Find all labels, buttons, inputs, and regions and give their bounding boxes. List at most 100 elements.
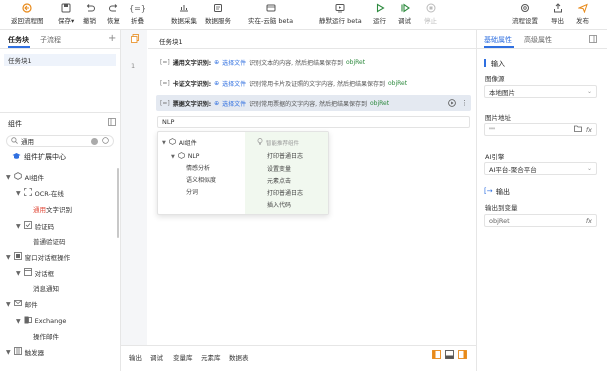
ai-icon	[13, 172, 22, 182]
tree-node-captcha[interactable]: ▼ 验证码	[16, 221, 54, 231]
tree-node-general-ocr[interactable]: 通用 文字识别	[33, 204, 72, 214]
popup-item-sentiment[interactable]: 情感分析	[186, 163, 210, 172]
component-extension-center[interactable]: 组件扩展中心	[12, 152, 66, 162]
fx-button[interactable]: fx	[586, 217, 592, 225]
undo-button[interactable]: 撤销	[83, 3, 96, 25]
clear-search-icon[interactable]	[91, 137, 98, 145]
collapse-panel-icon[interactable]	[108, 118, 116, 128]
step-more-icon[interactable]: ⋮	[461, 99, 468, 107]
chevron-down-icon: ▼	[16, 189, 21, 197]
tab-subflow[interactable]: 子流程	[40, 35, 61, 45]
left-scrollbar[interactable]	[117, 168, 119, 238]
chevron-down-icon: ⌄	[586, 165, 592, 172]
right-panel-border	[476, 30, 477, 371]
ai-engine-select[interactable]: AI平台-聚合平台 ⌄	[484, 162, 597, 175]
back-to-flowchart-button[interactable]: 返回流程图	[11, 3, 44, 25]
image-path-value: ""	[489, 125, 495, 134]
toolbar-label: 折叠	[131, 17, 144, 25]
tree-node-window-dialog[interactable]: ▼ 窗口对话框操作	[6, 252, 70, 262]
popup-item-segmentation[interactable]: 分词	[186, 187, 198, 196]
task-block-item[interactable]: 任务块1	[4, 54, 116, 66]
image-path-input[interactable]: "" fx	[484, 123, 597, 136]
run-button[interactable]: 运行	[373, 3, 386, 25]
extension-center-label: 组件扩展中心	[24, 153, 66, 161]
link-icon: ⊕	[214, 58, 220, 66]
tree-node-exchange[interactable]: ▼ Exchange	[16, 316, 66, 326]
search-icon	[11, 136, 18, 146]
chevron-down-icon: ▼	[16, 222, 21, 230]
layout-right-icon[interactable]	[458, 350, 467, 361]
popup-recommend-item[interactable]: 插入代码	[267, 200, 291, 209]
debug-button[interactable]: 调试	[398, 3, 411, 25]
tab-basic-properties[interactable]: 基础属性	[484, 35, 512, 45]
return-icon	[22, 3, 32, 13]
step-run-icon[interactable]	[448, 99, 456, 109]
step-action-link[interactable]: 选择文件	[222, 58, 246, 67]
popup-recommend-item[interactable]: 打印普通日志	[267, 188, 303, 197]
tab-task-blocks[interactable]: 任务块	[8, 35, 29, 45]
export-button[interactable]: 导出	[551, 3, 564, 25]
help-icon[interactable]	[102, 136, 109, 146]
step-general-ocr[interactable]: [=] 通用文字识别: ⊕ 选择文件 识别文本的内容, 然后把结果保存到 obj…	[160, 56, 470, 68]
step-var[interactable]: objRet	[346, 59, 365, 66]
stop-button[interactable]: 停止	[424, 3, 437, 25]
save-button[interactable]: 保存▾	[58, 3, 74, 25]
popup-tree-nlp[interactable]: ▼ NLP	[171, 152, 199, 161]
data-service-icon	[213, 3, 223, 13]
popup-recommend-item[interactable]: 元素点击	[267, 176, 291, 185]
tree-node-message-notify[interactable]: 消息通知	[33, 283, 59, 293]
bottom-tab-output[interactable]: 输出	[129, 352, 142, 362]
popup-recommend-item[interactable]: 打印普通日志	[267, 151, 303, 160]
image-source-select[interactable]: 本地图片 ⌄	[484, 85, 597, 98]
tree-node-dialog[interactable]: ▼ 对话框	[16, 268, 54, 278]
bottom-tab-debug[interactable]: 调试	[150, 352, 163, 362]
data-collect-button[interactable]: 数据采集	[171, 3, 197, 25]
step-action-link[interactable]: 选择文件	[222, 99, 246, 108]
cloud-brain-button[interactable]: 实在-云脑 beta	[248, 3, 293, 25]
data-collect-icon	[179, 3, 189, 13]
step-card-ocr[interactable]: [=] 卡证文字识别: ⊕ 选择文件 识别常用卡片及证照的文字内容, 然后把结果…	[160, 77, 470, 89]
bottom-tab-elements[interactable]: 元素库	[201, 352, 221, 362]
step-var[interactable]: objRet	[388, 80, 407, 87]
tree-node-operate-mail[interactable]: 操作邮件	[33, 331, 59, 341]
output-var-input[interactable]: objRet fx	[484, 214, 597, 227]
tree-node-plain-captcha[interactable]: 普通验证码	[33, 236, 66, 246]
left-split-divider	[0, 112, 120, 113]
tree-node-mail[interactable]: ▼ 邮件	[6, 299, 38, 309]
data-service-button[interactable]: 数据服务	[205, 3, 231, 25]
publish-button[interactable]: 发布	[576, 3, 589, 25]
tree-node-trigger[interactable]: ▼ 触发器	[6, 347, 44, 357]
redo-button[interactable]: 恢复	[107, 3, 120, 25]
step-action-link[interactable]: 选择文件	[222, 79, 246, 88]
fx-button[interactable]: fx	[586, 126, 592, 134]
step-invoice-ocr[interactable]: [=] 票据文字识别: ⊕ 选择文件 识别常用票据的文字内容, 然后把结果保存到…	[160, 97, 470, 109]
collapse-right-panel-icon[interactable]	[589, 35, 597, 45]
layout-bottom-icon[interactable]	[445, 350, 454, 361]
gutter-copy-icon[interactable]	[131, 34, 139, 45]
flow-settings-button[interactable]: 流程设置	[512, 3, 538, 25]
popup-recommend-item[interactable]: 设置变量	[267, 164, 291, 173]
tab-task-block-1[interactable]: 任务块1	[159, 36, 183, 46]
toolbar-label: 实在-云脑 beta	[248, 17, 294, 25]
tree-node-ocr-online[interactable]: ▼ OCR-在线	[16, 188, 64, 198]
popup-tree-ai[interactable]: ▼ AI组件	[162, 138, 197, 147]
bottom-tab-datatable[interactable]: 数据表	[229, 352, 249, 362]
fold-button[interactable]: {=} 折叠	[129, 3, 146, 26]
layout-left-icon[interactable]	[432, 350, 441, 361]
bottom-tab-variables[interactable]: 变量库	[173, 352, 193, 362]
component-search-inline-input[interactable]: NLP	[157, 116, 470, 128]
silent-run-button[interactable]: 静默运行 beta	[319, 3, 362, 25]
tab-advanced-properties[interactable]: 高级属性	[524, 35, 552, 45]
task-block-label: 任务块1	[8, 57, 32, 65]
folder-icon[interactable]	[573, 125, 582, 134]
step-var[interactable]: objRet	[370, 100, 389, 107]
step-title: 票据文字识别:	[172, 100, 212, 108]
tree-node-ai-components[interactable]: ▼ AI组件	[6, 172, 44, 182]
component-search-input[interactable]: 通用	[6, 135, 114, 147]
image-source-label: 图像源	[485, 75, 505, 83]
add-task-block-button[interactable]: +	[108, 33, 116, 44]
line-number-gutter	[121, 30, 147, 345]
line-number: 1	[131, 62, 136, 70]
popup-item-similarity[interactable]: 语义相似度	[186, 175, 216, 184]
tree-label-highlight: 通用	[33, 206, 46, 214]
